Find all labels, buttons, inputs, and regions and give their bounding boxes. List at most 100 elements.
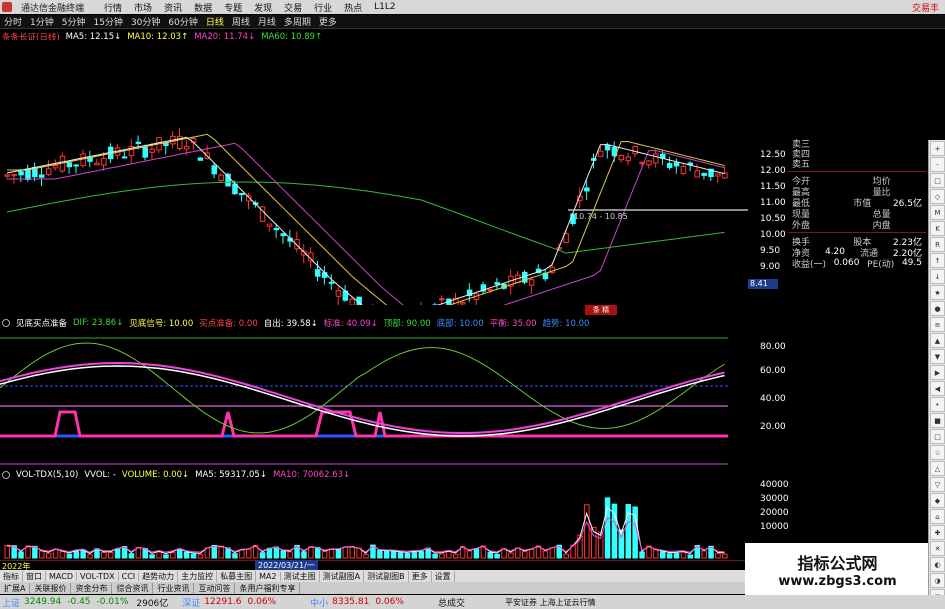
- period-tab[interactable]: 分时: [0, 15, 26, 28]
- tool-button[interactable]: △: [930, 461, 945, 476]
- candle: [11, 174, 17, 177]
- tool-button[interactable]: M: [930, 205, 945, 220]
- volume-bar: [259, 552, 266, 559]
- period-tab-daily[interactable]: 日线: [202, 15, 228, 28]
- tab-indicator[interactable]: 指标: [0, 570, 23, 582]
- tool-button[interactable]: □: [930, 173, 945, 188]
- exit-line: [0, 365, 725, 437]
- indicator-gear-icon[interactable]: [2, 319, 10, 327]
- zx-index-value: 8335.81: [332, 597, 370, 607]
- period-tab[interactable]: 15分钟: [89, 15, 126, 28]
- volume-bar: [487, 552, 493, 559]
- tab-vol-tdx[interactable]: VOL-TDX: [77, 571, 119, 581]
- tab-ind-news[interactable]: 行业资讯: [153, 582, 195, 594]
- tool-button[interactable]: R: [930, 237, 945, 252]
- volume-bar: [87, 554, 93, 559]
- tab-window[interactable]: 窗口: [23, 570, 46, 582]
- tool-button[interactable]: ◀: [930, 381, 945, 396]
- tool-button[interactable]: ◇: [930, 189, 945, 204]
- tool-button[interactable]: ◆: [930, 493, 945, 508]
- app-logo-icon: [2, 2, 12, 12]
- menu-hot[interactable]: 热点: [338, 1, 368, 14]
- tool-button[interactable]: ✕: [930, 541, 945, 556]
- tab-monitor[interactable]: 主力监控: [178, 570, 218, 582]
- tab-news[interactable]: 综合资讯: [112, 582, 154, 594]
- tool-button[interactable]: ▶: [930, 365, 945, 380]
- tool-button[interactable]: ■: [930, 413, 945, 428]
- period-tab-more[interactable]: 更多: [315, 15, 341, 28]
- volume-bar: [501, 548, 507, 559]
- tab-related[interactable]: 关联报价: [30, 582, 72, 594]
- tool-button[interactable]: ⌂: [930, 509, 945, 524]
- tab-settings[interactable]: 设置: [432, 570, 455, 582]
- tool-button[interactable]: ↑: [930, 253, 945, 268]
- period-tab[interactable]: 30分钟: [127, 15, 164, 28]
- tool-button[interactable]: K: [930, 221, 945, 236]
- volume-bar: [549, 547, 556, 559]
- tab-cci[interactable]: CCI: [119, 571, 140, 581]
- menu-topics[interactable]: 专题: [218, 1, 248, 14]
- tool-button[interactable]: ●: [930, 301, 945, 316]
- menu-trade[interactable]: 交易: [278, 1, 308, 14]
- period-tab[interactable]: 周线: [228, 15, 254, 28]
- price-tick: 9.00: [760, 262, 781, 272]
- sz-index-label[interactable]: 深证: [168, 596, 200, 609]
- menu-l1l2[interactable]: L1L2: [368, 2, 401, 12]
- candle: [321, 272, 328, 278]
- tool-button[interactable]: -: [930, 157, 945, 172]
- indicator-chart[interactable]: [0, 328, 748, 466]
- tab-macd[interactable]: MACD: [46, 571, 77, 581]
- tab-benefit[interactable]: 条用户福利专享: [235, 582, 301, 594]
- menu-data[interactable]: 数据: [188, 1, 218, 14]
- volume-chart[interactable]: [0, 480, 748, 560]
- vol-tick: 40000: [760, 480, 789, 490]
- tool-button[interactable]: ◐: [930, 557, 945, 572]
- menu-trade-right[interactable]: 交易丰: [906, 1, 945, 14]
- volume-bar: [73, 550, 79, 559]
- tab-trend[interactable]: 趋势动力: [139, 570, 179, 582]
- sh-index-label[interactable]: 上证: [0, 596, 20, 609]
- tool-button[interactable]: •: [930, 397, 945, 412]
- tool-button[interactable]: ☆: [930, 445, 945, 460]
- candlestick-chart[interactable]: 10.74 - 10.85: [0, 40, 748, 305]
- tab-private[interactable]: 私募主图: [217, 570, 257, 582]
- tab-test-a[interactable]: 测试副图A: [320, 570, 365, 582]
- tab-ext[interactable]: 扩展A: [0, 582, 31, 594]
- menu-market[interactable]: 市场: [128, 1, 158, 14]
- period-tab[interactable]: 1分钟: [26, 15, 58, 28]
- tool-button[interactable]: ✚: [930, 525, 945, 540]
- menu-industry[interactable]: 行业: [308, 1, 338, 14]
- tab-test-b[interactable]: 测试副图B: [364, 570, 409, 582]
- ind-tick: 20.00: [760, 422, 786, 432]
- period-tab[interactable]: 5分钟: [58, 15, 90, 28]
- tool-button[interactable]: ▲: [930, 333, 945, 348]
- menu-quotes[interactable]: 行情: [98, 1, 128, 14]
- tab-qa[interactable]: 互动问答: [194, 582, 236, 594]
- tab-fund[interactable]: 资金分布: [71, 582, 113, 594]
- volume-gear-icon[interactable]: [2, 471, 10, 479]
- candle: [666, 163, 673, 168]
- tool-button[interactable]: ◑: [930, 573, 945, 588]
- tool-button[interactable]: +: [930, 141, 945, 156]
- volume-bar: [45, 552, 52, 559]
- zx-index-label[interactable]: 中小: [276, 596, 328, 609]
- period-tab[interactable]: 60分钟: [164, 15, 201, 28]
- menu-news[interactable]: 资讯: [158, 1, 188, 14]
- tool-button[interactable]: ▽: [930, 477, 945, 492]
- sz-index-value: 12291.6: [204, 597, 242, 607]
- tool-button[interactable]: ▼: [930, 349, 945, 364]
- watermark-url: www.zbgs3.com: [778, 573, 897, 589]
- candle: [52, 164, 59, 169]
- tool-button[interactable]: □: [930, 429, 945, 444]
- tool-button[interactable]: ↓: [930, 269, 945, 284]
- tool-button[interactable]: ≡: [930, 317, 945, 332]
- volume-bar: [52, 548, 59, 559]
- menu-discover[interactable]: 发现: [248, 1, 278, 14]
- tab-more[interactable]: 更多: [409, 570, 432, 582]
- tool-button[interactable]: ★: [930, 285, 945, 300]
- period-tab[interactable]: 月线: [254, 15, 280, 28]
- candle: [349, 298, 355, 305]
- tab-ma2[interactable]: MA2: [256, 571, 281, 581]
- tab-test-main[interactable]: 测试主图: [281, 570, 320, 582]
- period-tab[interactable]: 多周期: [280, 15, 315, 28]
